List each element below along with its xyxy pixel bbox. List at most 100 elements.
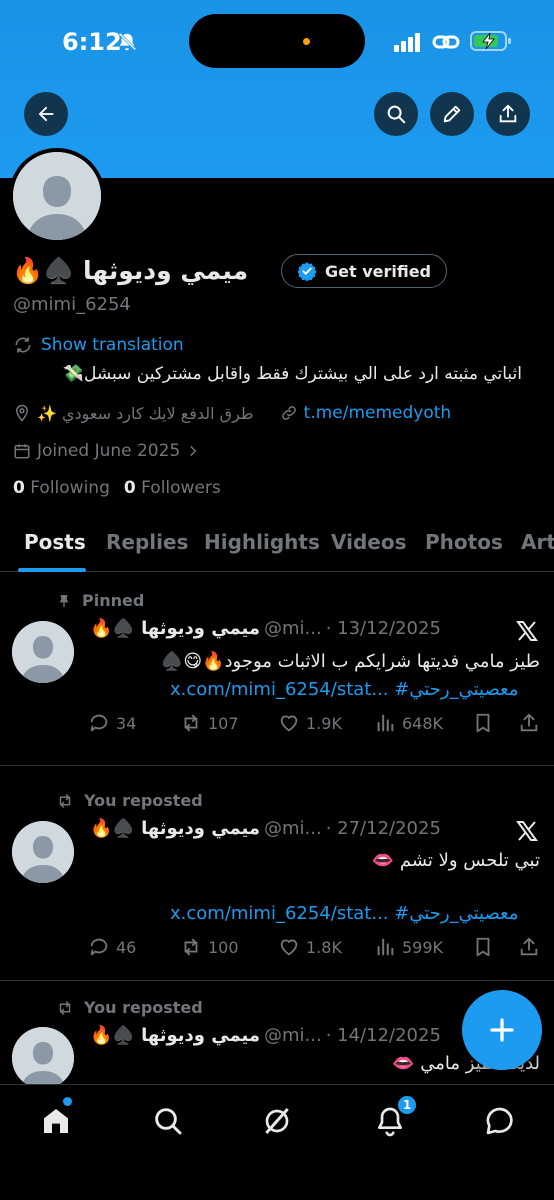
compose-post-button[interactable] (462, 990, 542, 1070)
pencil-icon (443, 105, 461, 123)
default-avatar-icon (12, 821, 74, 883)
post-author-name[interactable]: ميمي وديوثها ♠️🔥 (90, 1025, 260, 1046)
translate-icon (15, 337, 31, 353)
verified-badge-icon (297, 262, 317, 281)
nav-search[interactable] (148, 1101, 188, 1141)
profile-meta-row: طرق الدفع لايك كارد سعودي ✨ t.me/memedyo… (13, 400, 451, 426)
calendar-icon (14, 444, 30, 459)
plus-icon (490, 1018, 514, 1042)
post-header: ميمي وديوثها ♠️🔥 @mi... · 13/12/2025 (90, 618, 441, 639)
share-icon (520, 937, 538, 956)
share-button[interactable] (486, 92, 530, 136)
reply-button[interactable]: 46 (88, 936, 136, 958)
get-verified-button[interactable]: Get verified (281, 254, 447, 288)
profile-handle: @mimi_6254 (13, 294, 131, 315)
post-author-name[interactable]: ميمي وديوثها ♠️🔥 (90, 618, 260, 639)
arrow-left-icon (38, 106, 54, 122)
repost-context: You reposted (56, 791, 203, 810)
nav-home[interactable] (36, 1101, 76, 1141)
bookmark-icon (476, 713, 490, 733)
post-author-avatar[interactable] (12, 821, 74, 883)
like-button[interactable]: 1.9K (278, 712, 342, 734)
post-header: ميمي وديوثها ♠️🔥 @mi... · 27/12/2025 (90, 818, 441, 839)
notifications-badge: 1 (396, 1094, 418, 1116)
x-logo-icon (516, 821, 538, 841)
repost-icon (184, 938, 198, 956)
search-icon (155, 1108, 182, 1135)
bookmark-button[interactable] (472, 936, 494, 958)
profile-website-link[interactable]: t.me/memedyoth (304, 403, 452, 423)
tab-posts[interactable]: Posts (24, 520, 86, 572)
share-icon (499, 104, 517, 123)
repost-context: You reposted (56, 998, 203, 1017)
bookmark-button[interactable] (472, 712, 494, 734)
post-link[interactable]: x.com/mimi_6254/stat... #معصيتي_رحتي (170, 903, 518, 924)
post-text: طيز مامي فديتها شرايكم ب الاثبات موجود🔥😋… (160, 651, 540, 672)
following-stat[interactable]: 0 Following (13, 478, 110, 502)
bell-off-icon (118, 32, 137, 51)
bottom-navigation (0, 1084, 554, 1200)
repost-icon (184, 714, 198, 732)
chevron-right-icon (190, 445, 197, 457)
repost-button[interactable]: 100 (180, 936, 239, 958)
default-avatar-icon (12, 621, 74, 683)
profile-name-row: ميمي وديوثها ♠️🔥 (12, 252, 248, 290)
nav-grok[interactable] (257, 1101, 297, 1141)
x-logo-icon (516, 621, 538, 641)
link-icon (281, 406, 296, 420)
post-author-name[interactable]: ميمي وديوثها ♠️🔥 (90, 818, 260, 839)
post-date: · 13/12/2025 (325, 618, 441, 639)
views-button[interactable]: 648K (374, 712, 443, 734)
edit-button[interactable] (430, 92, 474, 136)
nav-messages[interactable] (480, 1101, 520, 1141)
post-author-avatar[interactable] (12, 621, 74, 683)
views-button[interactable]: 599K (374, 936, 443, 958)
followers-stat[interactable]: 0 Followers (124, 478, 221, 502)
dynamic-island (189, 14, 365, 68)
post-divider (0, 980, 554, 981)
post-text: تبي تلحس ولا تشم 👄 (371, 850, 540, 871)
like-button[interactable]: 1.8K (278, 936, 342, 958)
status-time: 6:12 (62, 28, 122, 56)
post-share-button[interactable] (518, 936, 540, 958)
home-unread-dot (63, 1097, 72, 1106)
share-icon (520, 713, 538, 732)
reply-icon (90, 938, 108, 956)
tab-highlights[interactable]: Highlights (204, 520, 320, 572)
post-actions: 34 107 1.9K 648K (88, 712, 542, 740)
get-verified-label: Get verified (324, 261, 432, 281)
chat-bubble-icon (486, 1107, 513, 1135)
heart-icon (280, 715, 298, 732)
mic-indicator (303, 38, 310, 45)
show-translation-link[interactable]: Show translation (13, 335, 184, 355)
joined-date-row[interactable]: Joined June 2025 (13, 438, 200, 464)
personal-hotspot-icon (432, 35, 460, 49)
joined-date: Joined June 2025 (37, 441, 181, 461)
default-avatar-icon (12, 1027, 74, 1089)
reply-button[interactable]: 34 (88, 712, 136, 734)
post-link[interactable]: x.com/mimi_6254/stat... #معصيتي_رحتي (170, 679, 518, 700)
views-icon (377, 714, 394, 732)
cellular-signal-icon (394, 33, 420, 52)
tab-replies[interactable]: Replies (106, 520, 188, 572)
back-button[interactable] (24, 92, 68, 136)
post-header: ميمي وديوثها ♠️🔥 @mi... · 14/12/2025 (90, 1025, 441, 1046)
pinned-context: Pinned (56, 591, 144, 610)
tab-photos[interactable]: Photos (425, 520, 503, 572)
heart-icon (280, 939, 298, 956)
profile-avatar[interactable] (9, 148, 105, 244)
tab-articles[interactable]: Art (521, 520, 554, 572)
tab-videos[interactable]: Videos (331, 520, 407, 572)
search-button[interactable] (374, 92, 418, 136)
post-actions: 46 100 1.8K 599K (88, 936, 542, 964)
post-share-button[interactable] (518, 712, 540, 734)
battery-icon (470, 31, 511, 51)
bookmark-icon (476, 937, 490, 957)
post-date: · 14/12/2025 (325, 1025, 441, 1046)
post-author-avatar[interactable] (12, 1027, 74, 1089)
search-icon (387, 105, 406, 124)
grok-icon (265, 1108, 289, 1134)
repost-button[interactable]: 107 (180, 712, 239, 734)
post-author-handle: @mi... (264, 1025, 322, 1046)
reply-icon (90, 714, 108, 732)
